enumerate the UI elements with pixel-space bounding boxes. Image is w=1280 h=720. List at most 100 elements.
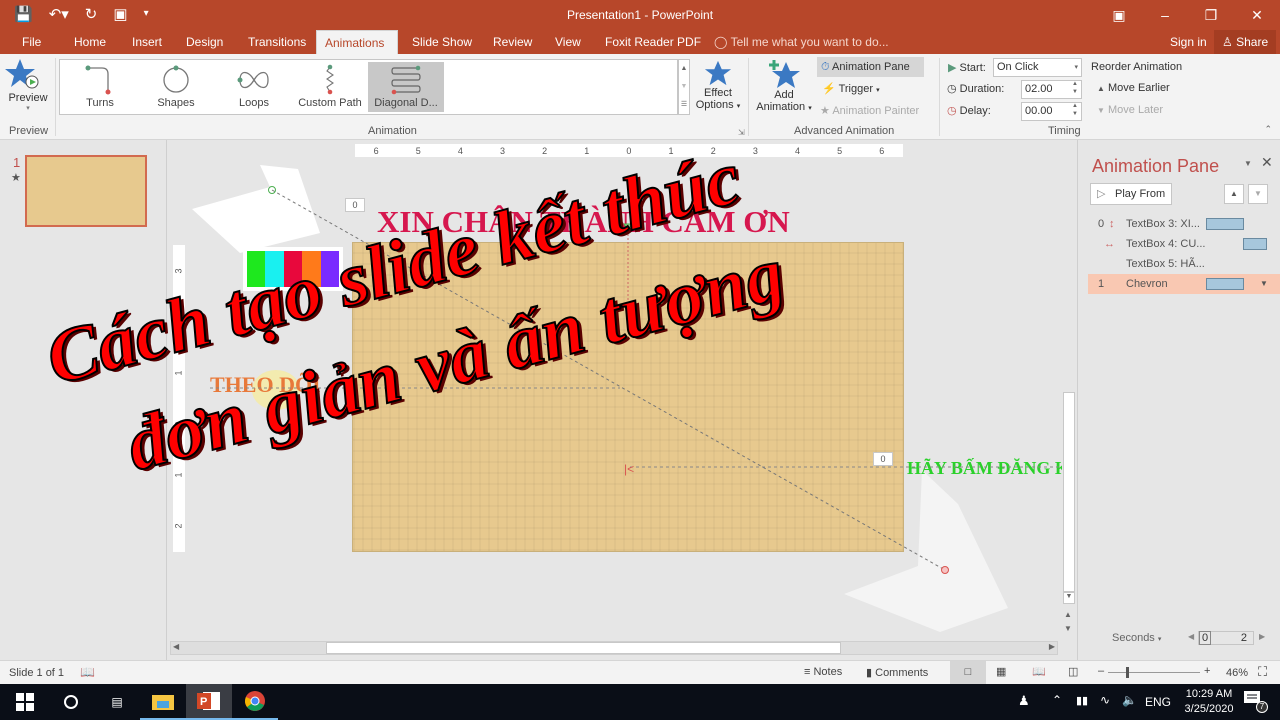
tab-home[interactable]: Home — [66, 30, 114, 54]
animation-painter-button[interactable]: ★ Animation Painter — [820, 104, 919, 117]
timeline-bar[interactable] — [1243, 238, 1267, 250]
move-earlier-button[interactable]: ▲ Move Earlier — [1097, 82, 1170, 94]
delay-input[interactable]: 00.00 ▲ ▼ — [1021, 102, 1082, 121]
vertical-scrollbar[interactable]: ▼ — [1062, 150, 1076, 606]
timeline-bar[interactable] — [1206, 218, 1244, 230]
battery-icon[interactable]: ▮▮ — [1076, 694, 1088, 707]
reading-view-button[interactable]: 📖 — [1032, 665, 1046, 678]
slide-thumbnail[interactable] — [25, 155, 147, 227]
action-center-icon[interactable]: 7 — [1244, 691, 1268, 713]
sign-in-link[interactable]: Sign in — [1170, 30, 1207, 54]
animation-item[interactable]: 0 ↕ TextBox 3: XI... — [1078, 214, 1280, 234]
tab-foxit-reader-pdf[interactable]: Foxit Reader PDF — [597, 30, 709, 54]
start-select[interactable]: On Click ▾ — [993, 58, 1082, 77]
item-dropdown-icon[interactable]: ▼ — [1260, 274, 1268, 294]
gallery-scrollbar[interactable]: ▲ ▼ ☰ — [678, 59, 690, 115]
cortana-search-icon[interactable] — [48, 684, 94, 720]
minimize-button[interactable]: – — [1142, 0, 1188, 30]
restore-button[interactable]: ❐ — [1188, 0, 1234, 30]
input-language[interactable]: ENG — [1145, 695, 1171, 709]
gallery-more-icon[interactable]: ☰ — [679, 96, 689, 114]
move-later-button[interactable]: ▼ Move Later — [1097, 104, 1163, 116]
dropdown-arrow-icon: ▾ — [1157, 636, 1162, 643]
seconds-dropdown[interactable]: Seconds ▾ — [1112, 632, 1161, 644]
zoom-in-button[interactable]: + — [1204, 665, 1210, 677]
zoom-out-button[interactable]: – — [1098, 665, 1104, 677]
tab-view[interactable]: View — [547, 30, 589, 54]
prev-slide-icon[interactable]: ▲ — [1064, 608, 1072, 622]
close-button[interactable]: ✕ — [1234, 0, 1280, 30]
chrome-icon[interactable] — [232, 684, 278, 720]
scroll-right-icon[interactable]: ▶ — [1049, 642, 1055, 651]
tell-me-search[interactable]: ◯ Tell me what you want to do... — [714, 30, 889, 54]
share-button[interactable]: ♙ Share — [1214, 30, 1277, 54]
scroll-down-icon[interactable]: ▼ — [1063, 592, 1075, 604]
timeline-right-icon[interactable]: ▶ — [1259, 632, 1265, 641]
duration-input[interactable]: 02.00 ▲ ▼ — [1021, 80, 1082, 99]
gallery-down-icon[interactable]: ▼ — [679, 78, 689, 96]
windows-start-icon[interactable] — [2, 684, 48, 720]
separator — [55, 58, 56, 136]
subscribe-text[interactable]: HÃY BẤM ĐĂNG KÝ — [907, 458, 1062, 479]
trigger-button[interactable]: ⚡ Trigger ▾ — [822, 82, 880, 95]
spell-check-icon[interactable]: 📖 — [80, 665, 95, 679]
play-from-button[interactable]: ▷ Play From — [1090, 183, 1172, 205]
pane-close-icon[interactable]: ✕ — [1261, 154, 1273, 171]
up-triangle-icon: ▲ — [1097, 84, 1105, 93]
people-icon[interactable]: ♟ — [1018, 693, 1030, 709]
horizontal-scroll-thumb[interactable] — [326, 642, 841, 654]
clock[interactable]: 10:29 AM 3/25/2020 — [1178, 687, 1240, 717]
tab-insert[interactable]: Insert — [124, 30, 170, 54]
spinner-icon[interactable]: ▲ ▼ — [1072, 80, 1078, 96]
slide-show-button[interactable]: ◫ — [1068, 665, 1078, 678]
add-animation-button[interactable]: Add Animation ▾ — [752, 59, 816, 113]
spinner-icon[interactable]: ▲ ▼ — [1072, 102, 1078, 118]
gallery-item-turns[interactable]: Turns — [62, 62, 138, 112]
gallery-up-icon[interactable]: ▲ — [679, 60, 689, 78]
tab-design[interactable]: Design — [178, 30, 231, 54]
timeline-left-icon[interactable]: ◀ — [1188, 632, 1194, 641]
wifi-icon[interactable]: ∿ — [1100, 693, 1110, 707]
vertical-scroll-thumb[interactable] — [1063, 392, 1075, 592]
animation-pane-button[interactable]: ⏱ Animation Pane — [817, 57, 924, 77]
gallery-item-loops[interactable]: Loops — [216, 62, 292, 112]
preview-button[interactable]: Preview ▾ — [5, 58, 51, 118]
powerpoint-taskbar-icon[interactable]: P — [186, 684, 232, 720]
tab-animations[interactable]: Animations — [316, 30, 398, 54]
animation-item[interactable]: TextBox 5: HÃ... — [1078, 254, 1280, 274]
horizontal-scrollbar[interactable]: ◀ ▶ — [170, 641, 1058, 655]
comments-button[interactable]: ▮ Comments — [866, 666, 928, 679]
slide-sorter-button[interactable]: ▦ — [996, 665, 1006, 678]
gallery-item-diagonal[interactable]: Diagonal D... — [368, 62, 444, 112]
move-up-button[interactable]: ▲ — [1224, 184, 1244, 204]
next-slide-icon[interactable]: ▼ — [1064, 624, 1072, 633]
scroll-left-icon[interactable]: ◀ — [173, 642, 179, 651]
pane-options-icon[interactable]: ▼ — [1244, 159, 1252, 168]
show-hidden-icons[interactable]: ⌃ — [1052, 693, 1062, 707]
tab-slide-show[interactable]: Slide Show — [404, 30, 480, 54]
clock-time: 10:29 AM — [1185, 688, 1233, 700]
zoom-slider[interactable] — [1108, 667, 1200, 678]
gallery-item-shapes[interactable]: Shapes — [138, 62, 214, 112]
zoom-level[interactable]: 46% — [1226, 667, 1248, 679]
task-view-icon[interactable]: ▤ — [94, 684, 140, 720]
animation-item[interactable]: ↔ TextBox 4: CU... — [1078, 234, 1280, 254]
fit-slide-icon[interactable]: ⛶ — [1258, 664, 1267, 680]
ribbon-display-options-icon[interactable]: ▣ — [1096, 0, 1142, 30]
effect-options-button[interactable]: Effect Options ▾ — [694, 59, 742, 111]
volume-icon[interactable]: 🔈 — [1122, 693, 1137, 707]
tab-file[interactable]: File — [14, 30, 49, 54]
normal-view-button[interactable]: □ — [950, 661, 986, 684]
tab-transitions[interactable]: Transitions — [240, 30, 314, 54]
gallery-item-custom-path[interactable]: Custom Path — [292, 62, 368, 112]
timeline-bar[interactable] — [1206, 278, 1244, 290]
timeline-ruler[interactable]: 0 2 — [1198, 631, 1254, 645]
file-explorer-icon[interactable] — [140, 684, 186, 720]
dialog-launcher-icon[interactable]: ⇲ — [738, 128, 745, 137]
move-down-button[interactable]: ▼ — [1248, 184, 1268, 204]
collapse-ribbon-icon[interactable]: ⌃ — [1264, 124, 1272, 135]
animation-item-selected[interactable]: 1 Chevron ▼ — [1088, 274, 1280, 294]
tab-review[interactable]: Review — [485, 30, 540, 54]
notes-button[interactable]: ≡ Notes — [804, 666, 842, 678]
zoom-slider-thumb[interactable] — [1126, 667, 1129, 678]
